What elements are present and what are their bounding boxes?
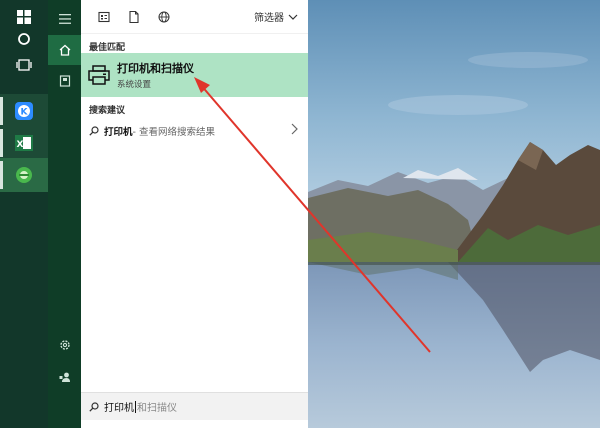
feedback-button[interactable] <box>48 362 81 392</box>
documents-filter-button[interactable] <box>119 0 149 34</box>
taskbar: K X <box>0 0 48 428</box>
apps-icon <box>98 11 110 22</box>
search-autocomplete-text: 和扫描仪 <box>137 403 177 414</box>
notebook-button[interactable] <box>48 66 81 96</box>
search-suggestions-heading: 搜索建议 <box>89 106 126 116</box>
task-view-icon <box>16 59 32 71</box>
apps-filter-button[interactable] <box>89 0 119 34</box>
suggestion-description: - 查看网络搜索结果 <box>132 127 215 138</box>
filter-label: 筛选器 <box>254 13 284 24</box>
text-caret <box>135 400 136 413</box>
search-results-panel: 筛选器 最佳匹配 打印机和扫描仪 系统设置 搜索建议 打印机 - 查看网络搜索结… <box>81 0 308 428</box>
printer-icon <box>88 65 110 85</box>
task-view-button[interactable] <box>0 48 48 82</box>
feedback-icon <box>59 372 70 382</box>
expand-menu-button[interactable] <box>48 4 81 34</box>
search-icon <box>89 401 99 412</box>
web-globe-icon <box>158 11 170 22</box>
desktop-wallpaper <box>308 0 600 428</box>
excel-taskbar-button[interactable]: X <box>0 126 48 160</box>
start-menu-rail <box>48 0 81 428</box>
settings-icon <box>59 340 70 350</box>
home-icon <box>59 44 70 56</box>
best-match-title: 打印机和扫描仪 <box>117 62 194 75</box>
best-match-heading: 最佳匹配 <box>89 43 126 53</box>
kugou-taskbar-button[interactable]: K <box>0 94 48 128</box>
suggestion-item[interactable]: 打印机 - 查看网络搜索结果 <box>81 119 308 143</box>
kugou-app-icon: K <box>15 102 33 120</box>
settings-button[interactable] <box>48 330 81 360</box>
search-filter-bar: 筛选器 <box>81 0 308 34</box>
green-app-icon <box>16 167 32 183</box>
best-match-subtitle: 系统设置 <box>117 80 152 90</box>
suggestion-keyword: 打印机 <box>104 127 133 138</box>
cortana-circle-icon <box>18 33 30 45</box>
svg-text:X: X <box>17 140 24 150</box>
chevron-right-icon[interactable] <box>291 123 298 135</box>
search-query-text: 打印机 <box>104 403 134 414</box>
svg-text:K: K <box>21 108 29 118</box>
web-filter-button[interactable] <box>149 0 179 34</box>
document-icon <box>129 10 139 23</box>
filter-dropdown[interactable]: 筛选器 <box>254 0 308 34</box>
chevron-down-icon <box>288 14 298 20</box>
hamburger-menu-icon <box>58 14 71 24</box>
search-icon <box>89 126 99 136</box>
excel-app-icon: X <box>15 135 33 151</box>
notebook-icon <box>59 75 70 87</box>
green-app-taskbar-button[interactable] <box>0 158 48 192</box>
search-input[interactable]: 打印机 和扫描仪 <box>81 392 308 420</box>
best-match-result[interactable]: 打印机和扫描仪 系统设置 <box>81 53 308 97</box>
home-button[interactable] <box>48 35 81 65</box>
